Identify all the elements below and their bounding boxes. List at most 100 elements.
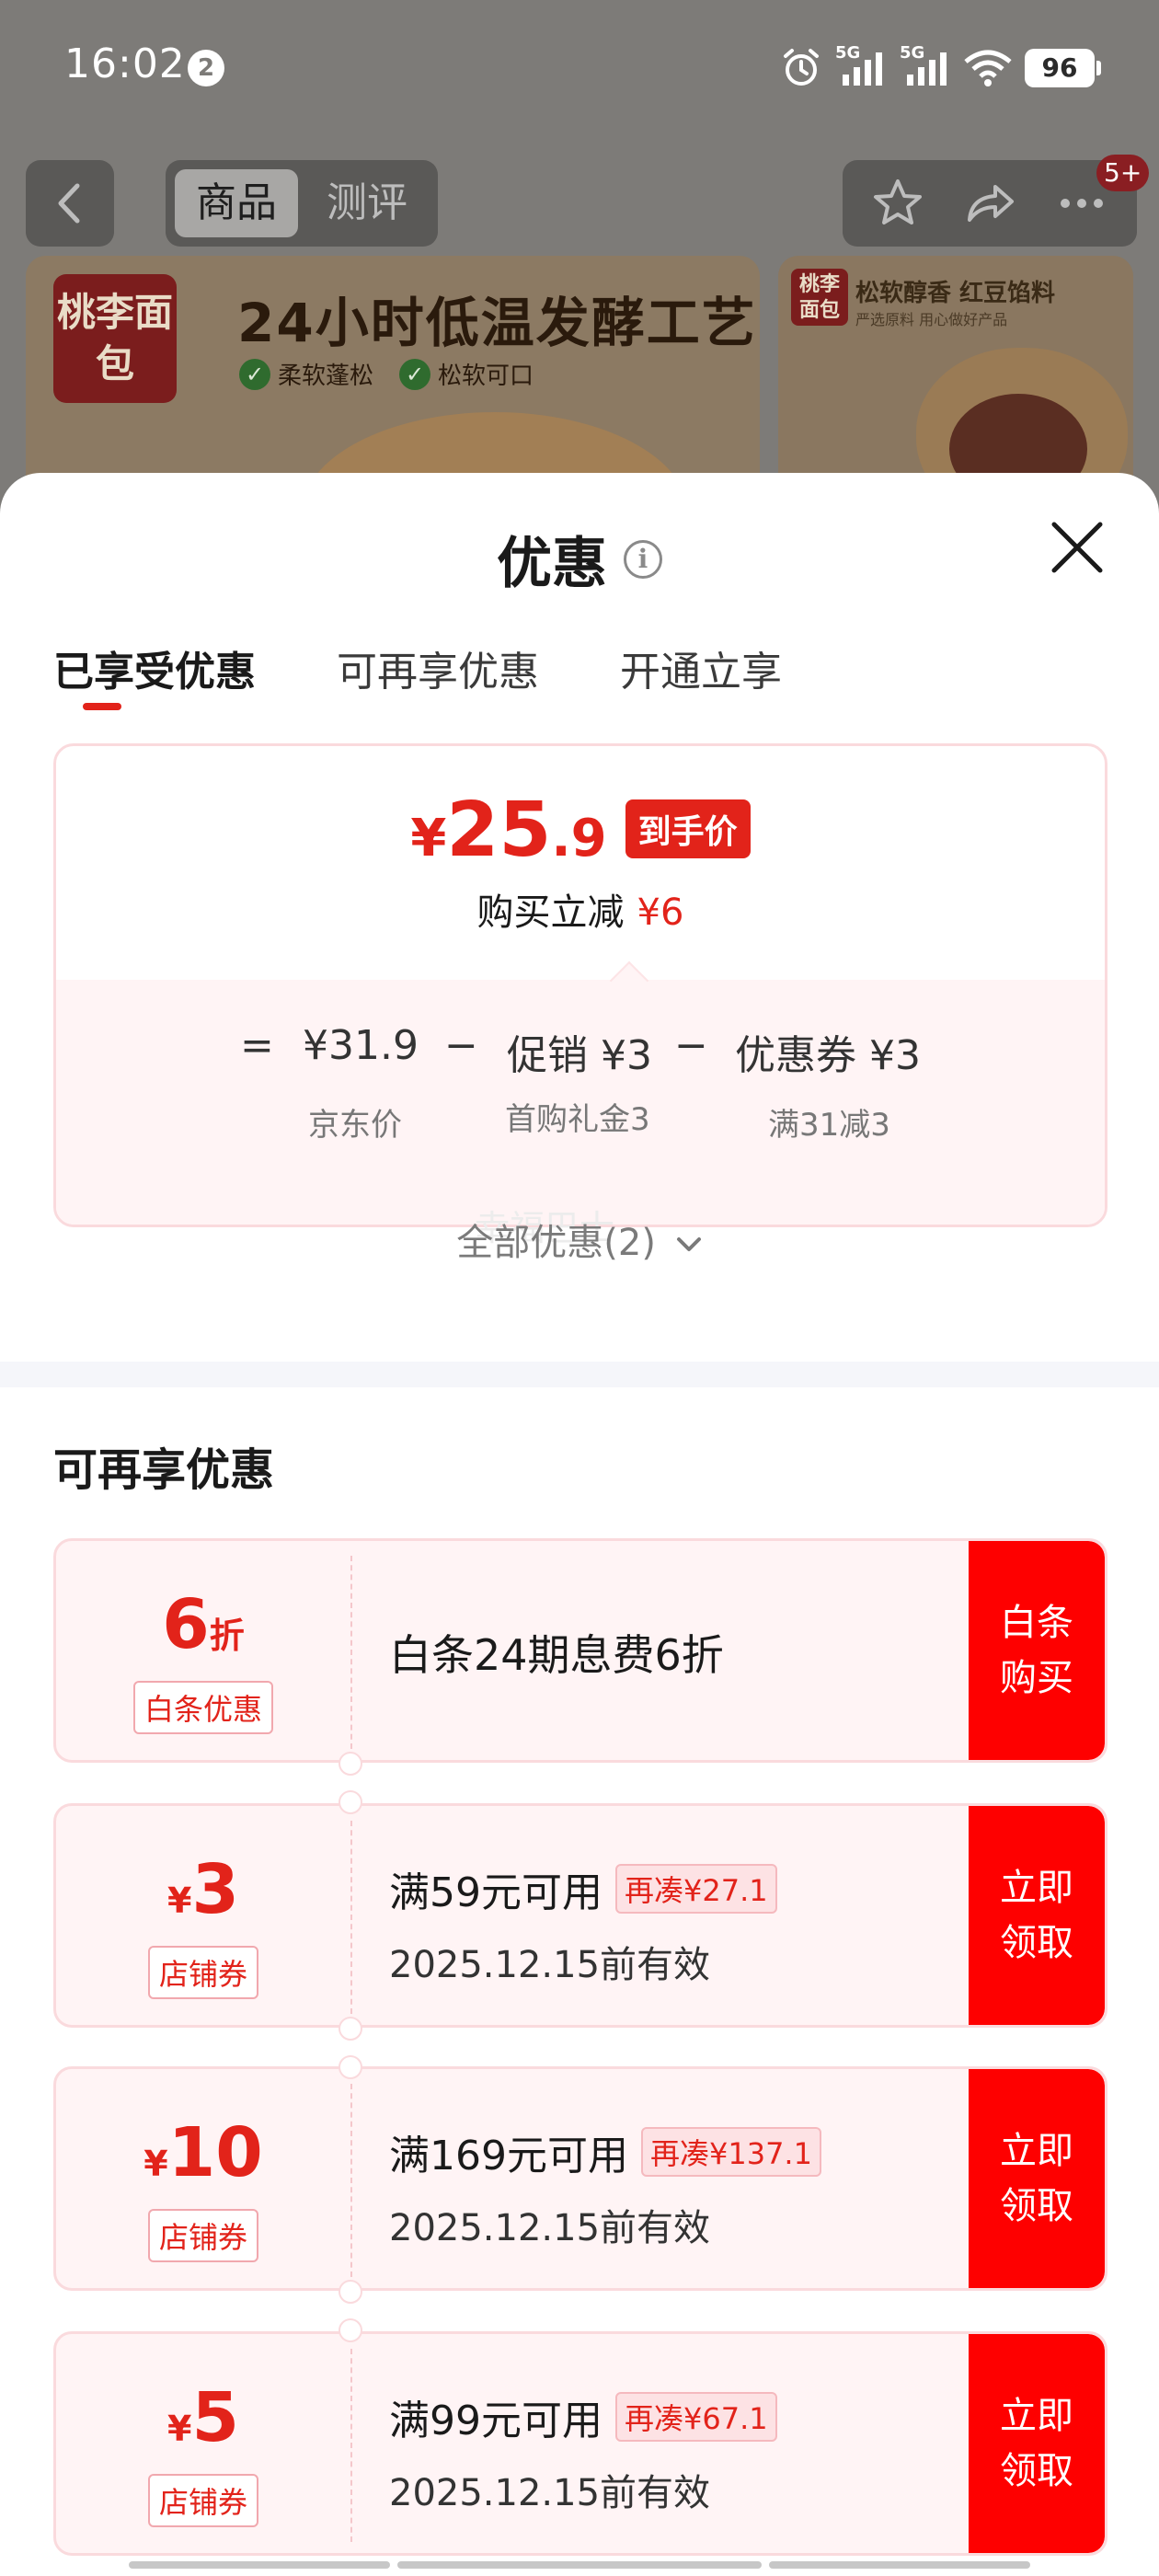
coupon-value-area: 6折 白条优惠	[56, 1541, 350, 1760]
coupon-value-currency: ¥	[143, 2144, 168, 2184]
coupon-date: 2025.12.15前有效	[389, 2472, 711, 2514]
coupon-separator	[350, 1821, 352, 2014]
coupon-notch	[339, 2055, 362, 2079]
button-line: 立即	[1000, 1867, 1073, 1909]
formula-label: 满31减3	[768, 1107, 890, 1144]
coupon-value: ¥5	[56, 2378, 350, 2457]
coupon-notch	[339, 2280, 362, 2304]
claim-coupon-button[interactable]: 立即 领取	[969, 2334, 1105, 2553]
status-time: 16:02	[64, 40, 186, 87]
baitiao-buy-button[interactable]: 白条 购买	[969, 1541, 1105, 1760]
final-price: ¥ 25 .9 到手价	[56, 787, 1105, 874]
coupon-condition-text: 满169元可用	[389, 2133, 628, 2179]
coupon-notch	[339, 2318, 362, 2342]
close-icon[interactable]	[1045, 515, 1109, 580]
share-icon[interactable]	[962, 176, 1017, 231]
coupon-condition-text: 满99元可用	[389, 2398, 602, 2444]
section-title: 可再享优惠	[53, 1444, 275, 1496]
status-bar: 16:02 2 5G 5G 96	[0, 0, 1159, 138]
save-line: 购买立减 ¥6	[56, 882, 1105, 936]
button-line: 立即	[1000, 2395, 1073, 2437]
star-icon[interactable]	[870, 176, 925, 231]
coupon-value-number: 3	[191, 1850, 239, 1929]
nav-actions	[843, 160, 1137, 247]
tab-indicator	[83, 703, 121, 710]
coupon-value: ¥3	[56, 1850, 350, 1929]
coupon-card: ¥10 店铺券 满169元可用 再凑¥137.1 2025.12.15前有效 立…	[53, 2066, 1107, 2291]
coupon-value-number: 5	[191, 2378, 239, 2457]
final-price-section: ¥ 25 .9 到手价 购买立减 ¥6	[56, 746, 1105, 980]
banner-tag: ✓ 松软可口	[399, 357, 534, 391]
tab-enjoyed[interactable]: 已享受优惠	[53, 638, 256, 697]
coupon-condition-text: 满59元可用	[389, 1869, 602, 1916]
banner-tag: ✓ 柔软蓬松	[239, 357, 373, 391]
back-button[interactable]	[26, 160, 114, 247]
button-line: 白条	[1000, 1602, 1073, 1644]
save-label: 购买立减	[476, 891, 625, 934]
price-breakdown-card: ¥ 25 .9 到手价 购买立减 ¥6 = ¥31.9 − 促销 ¥3 − 优惠券…	[53, 743, 1107, 1227]
coupon-tag-label: 白条优惠	[132, 1681, 273, 1734]
save-amount: ¥6	[637, 891, 684, 934]
coupon-value-number: 10	[167, 2113, 263, 2192]
all-discounts-label: 全部优惠(2)	[456, 1222, 656, 1264]
formula-label: 首购礼金3	[505, 1101, 650, 1138]
check-icon: ✓	[239, 358, 270, 390]
discount-sheet: 优惠 i 已享受优惠 可再享优惠 开通立享 ¥ 25 .9 到手价 购买立减 ¥6	[0, 473, 1159, 2576]
coupon-value: ¥10	[56, 2113, 350, 2192]
background-page: 16:02 2 5G 5G 96 商品 测评 5+ 桃李面包 24小时低温发酵工…	[0, 0, 1159, 515]
claim-coupon-button[interactable]: 立即 领取	[969, 2069, 1105, 2288]
coupon-value-area: ¥5 店铺券	[56, 2334, 350, 2553]
signal-icon: 5G	[835, 43, 887, 89]
all-discounts-link[interactable]: 全部优惠(2)	[0, 1213, 1159, 1266]
signal-icon: 5G	[900, 43, 951, 89]
coupon-tag: 白条优惠	[56, 1681, 350, 1734]
info-icon[interactable]: i	[624, 539, 662, 579]
tab-activate[interactable]: 开通立享	[620, 638, 782, 697]
sheet-title-text: 优惠	[497, 532, 607, 596]
claim-coupon-button[interactable]: 立即 领取	[969, 1806, 1105, 2025]
coupon-notch	[339, 1790, 362, 1814]
button-line: 立即	[1000, 2130, 1073, 2172]
coupon-value-currency: ¥	[167, 2409, 192, 2449]
section-divider	[0, 1362, 1159, 1387]
message-badge: 5+	[1096, 155, 1150, 191]
coupon-value-number: 6	[162, 1585, 210, 1664]
coupon-extra-badge: 再凑¥27.1	[615, 1864, 777, 1914]
back-icon	[58, 183, 80, 224]
formula-minus: −	[444, 1022, 478, 1069]
tab-product[interactable]: 商品	[175, 169, 298, 237]
brand-logo: 桃李面包	[53, 274, 177, 403]
product-tabs: 商品 测评	[166, 160, 438, 247]
scroll-indicator	[769, 2561, 1030, 2569]
formula-label: 京东价	[308, 1107, 402, 1144]
coupon-extra-badge: 再凑¥137.1	[640, 2127, 821, 2177]
coupon-card: ¥3 店铺券 满59元可用 再凑¥27.1 2025.12.15前有效 立即 领…	[53, 1803, 1107, 2028]
notification-count-badge: 2	[188, 50, 224, 86]
coupon-separator	[350, 2349, 352, 2542]
check-icon: ✓	[399, 358, 431, 390]
coupon-value-unit: 折	[209, 1616, 245, 1656]
tab-review[interactable]: 测评	[305, 169, 429, 237]
formula-value: 促销 ¥3	[507, 1032, 652, 1079]
banner-tags: ✓ 柔软蓬松 ✓ 松软可口	[239, 357, 534, 391]
coupon-value-currency: ¥	[167, 1880, 192, 1921]
price-currency: ¥	[410, 809, 447, 868]
coupon-condition: 满169元可用 再凑¥137.1	[389, 2122, 821, 2181]
final-price-badge: 到手价	[625, 799, 751, 858]
product-navbar: 商品 测评 5+	[0, 155, 1159, 248]
sheet-title: 优惠 i	[0, 519, 1159, 599]
coupon-value-area: ¥10 店铺券	[56, 2069, 350, 2288]
coupon-tag-label: 店铺券	[147, 1946, 258, 1999]
price-decimal: .9	[551, 809, 607, 868]
coupon-date: 2025.12.15前有效	[389, 1944, 711, 1986]
banner-title: 松软醇香 红豆馅料	[855, 280, 1056, 307]
banner-subtitle: 严选原料 用心做好产品	[855, 311, 1008, 328]
formula-equals: =	[240, 1022, 274, 1069]
formula-value: 优惠券 ¥3	[735, 1032, 921, 1079]
tab-more-available[interactable]: 可再享优惠	[337, 638, 539, 697]
coupon-tag: 店铺券	[56, 1946, 350, 1999]
coupon-condition: 满59元可用 再凑¥27.1	[389, 1859, 777, 1918]
price-formula: = ¥31.9 − 促销 ¥3 − 优惠券 ¥3	[56, 1022, 1105, 1079]
scroll-indicator	[397, 2561, 762, 2569]
button-line: 领取	[1000, 2450, 1073, 2492]
